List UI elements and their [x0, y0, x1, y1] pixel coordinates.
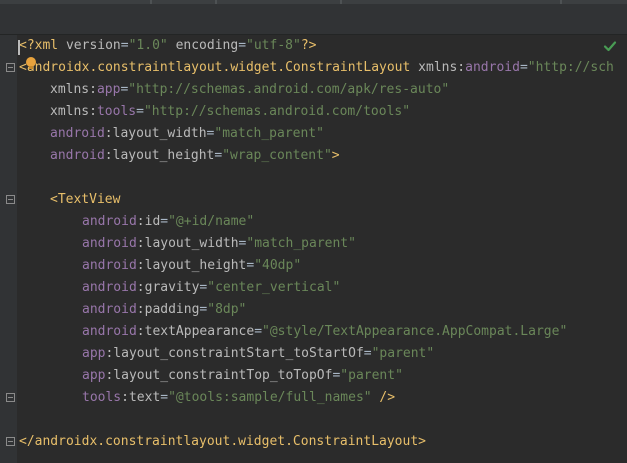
code-token: "match_parent" — [214, 126, 324, 141]
code-token: android — [50, 126, 105, 141]
code-token: = — [160, 390, 169, 405]
code-token: :padding — [136, 302, 200, 317]
code-token: <androidx.constraintlayout.widget.Constr… — [19, 60, 419, 75]
code-token: :layout_constraintStart_toStartOf — [105, 346, 364, 361]
code-token: tools — [96, 104, 137, 119]
code-token: "wrap_content" — [222, 148, 332, 163]
fold-icon[interactable] — [6, 437, 15, 446]
code-line[interactable]: <androidx.constraintlayout.widget.Constr… — [19, 57, 614, 79]
fold-icon[interactable] — [6, 393, 15, 402]
code-token: android — [82, 236, 137, 251]
code-line[interactable]: app:layout_constraintStart_toStartOf="pa… — [19, 343, 614, 365]
code-token: encoding — [175, 38, 239, 53]
code-token: :layout_height — [136, 258, 247, 273]
code-token: = — [120, 38, 129, 53]
code-token: :layout_width — [136, 236, 239, 251]
code-token: "40dp" — [254, 258, 302, 273]
code-token: = — [238, 38, 247, 53]
code-token: android — [82, 214, 137, 229]
code-token: :text — [121, 390, 161, 405]
code-token: "1.0" — [128, 38, 168, 53]
code-line[interactable]: tools:text="@tools:sample/full_names" /> — [19, 387, 614, 409]
fold-icon[interactable] — [6, 195, 15, 204]
code-token: "@tools:sample/full_names" — [168, 390, 372, 405]
code-token: "8dp" — [207, 302, 247, 317]
editor-toolbar — [0, 4, 627, 35]
code-token: </androidx.constraintlayout.widget.Const… — [19, 434, 426, 449]
code-line[interactable]: android:layout_height="40dp" — [19, 255, 614, 277]
code-token: :gravity — [136, 280, 200, 295]
code-token: <?xml — [19, 38, 66, 53]
code-token: "parent" — [371, 346, 435, 361]
code-token: version — [65, 38, 121, 53]
code-token: android — [82, 302, 137, 317]
code-token: = — [254, 324, 263, 339]
lightbulb-stem — [29, 66, 33, 69]
code-editor[interactable]: <?xml version="1.0" encoding="utf-8"?> <a… — [0, 35, 627, 463]
code-token: app — [82, 346, 106, 361]
code-token: "match_parent" — [246, 236, 356, 251]
text-caret — [18, 40, 20, 55]
code-line[interactable] — [19, 409, 614, 431]
code-token: :layout_width — [104, 126, 207, 141]
code-line[interactable]: android:id="@+id/name" — [19, 211, 614, 233]
code-token: :id — [136, 214, 161, 229]
code-line[interactable]: android:padding="8dp" — [19, 299, 614, 321]
code-token: :textAppearance — [136, 324, 255, 339]
code-token: app — [82, 368, 106, 383]
code-token: xmlns: — [50, 82, 97, 97]
code-line[interactable]: xmlns:tools="http://schemas.android.com/… — [19, 101, 614, 123]
code-line[interactable]: android:layout_width="match_parent" — [19, 233, 614, 255]
code-lines[interactable]: <?xml version="1.0" encoding="utf-8"?> <a… — [19, 35, 614, 453]
code-line[interactable]: app:layout_constraintTop_toTopOf="parent… — [19, 365, 614, 387]
code-token: "utf-8" — [246, 38, 301, 53]
code-token: app — [96, 82, 121, 97]
code-line[interactable]: <?xml version="1.0" encoding="utf-8"?> — [19, 35, 614, 57]
code-line[interactable]: </androidx.constraintlayout.widget.Const… — [19, 431, 614, 453]
code-token: :layout_constraintTop_toTopOf — [105, 368, 333, 383]
code-token: tools — [82, 390, 122, 405]
code-token: "center_vertical" — [207, 280, 341, 295]
editor-gutter[interactable] — [0, 35, 17, 463]
code-line[interactable]: android:layout_width="match_parent" — [19, 123, 614, 145]
code-line[interactable]: <TextView — [19, 189, 614, 211]
code-line[interactable]: android:layout_height="wrap_content"> — [19, 145, 614, 167]
fold-icon[interactable] — [6, 63, 15, 72]
code-token: xmlns: — [50, 104, 97, 119]
code-token: = — [136, 104, 144, 119]
code-token: "http://schemas.android.com/tools" — [143, 104, 411, 119]
check-icon[interactable] — [603, 39, 617, 53]
code-token: "@+id/name" — [168, 214, 255, 229]
code-token: = — [519, 60, 528, 75]
code-token: android — [82, 324, 137, 339]
code-token: = — [363, 346, 372, 361]
code-token: "http://sch — [527, 60, 614, 75]
code-token: android — [82, 258, 137, 273]
code-token: = — [160, 214, 169, 229]
code-token: "http://schemas.android.com/apk/res-auto… — [128, 82, 450, 97]
code-line[interactable]: xmlns:app="http://schemas.android.com/ap… — [19, 79, 614, 101]
code-token: /> — [371, 390, 396, 405]
code-token: :layout_height — [104, 148, 215, 163]
code-token: > — [331, 148, 340, 163]
code-token: android — [50, 148, 105, 163]
code-token: ?> — [300, 38, 317, 53]
code-token: "@style/TextAppearance.AppCompat.Large" — [262, 324, 568, 339]
code-token: <TextView — [50, 192, 121, 207]
code-token: android — [82, 280, 137, 295]
code-token: android — [465, 60, 520, 75]
code-line[interactable]: android:gravity="center_vertical" — [19, 277, 614, 299]
code-token: "parent" — [340, 368, 403, 383]
code-line[interactable]: android:textAppearance="@style/TextAppea… — [19, 321, 614, 343]
code-token: xmlns: — [418, 60, 466, 75]
code-line[interactable] — [19, 167, 614, 189]
